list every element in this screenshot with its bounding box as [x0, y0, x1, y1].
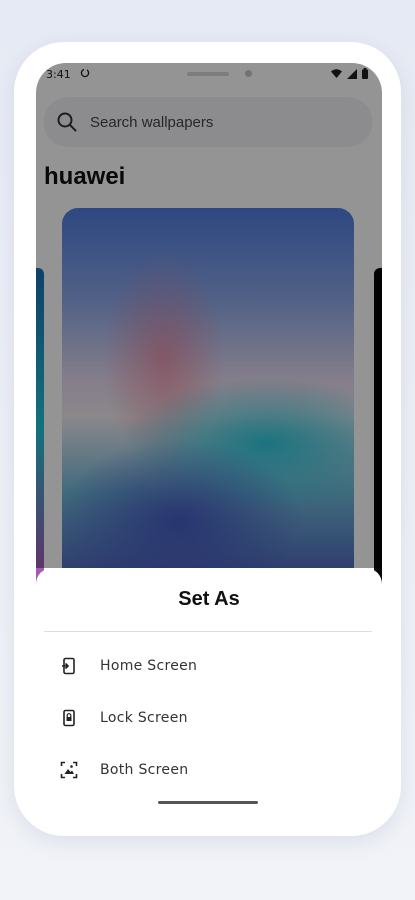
set-as-sheet: Set As Home Screen Lock Screen Both Scre… — [36, 568, 382, 811]
lock-screen-icon — [63, 709, 75, 727]
home-screen-icon — [62, 657, 75, 675]
sheet-divider — [44, 631, 372, 632]
option-home-screen[interactable]: Home Screen — [44, 646, 372, 686]
option-label: Home Screen — [100, 658, 198, 674]
option-lock-screen[interactable]: Lock Screen — [44, 698, 372, 738]
phone-screen: 3:41 Search wallpapers huawei Set As Hom… — [36, 63, 382, 811]
option-label: Both Screen — [100, 762, 189, 778]
option-both-screen[interactable]: Both Screen — [44, 750, 372, 790]
sheet-title: Set As — [178, 588, 240, 610]
option-label: Lock Screen — [100, 710, 188, 726]
home-indicator — [158, 801, 258, 804]
modal-backdrop[interactable] — [36, 63, 382, 568]
both-screen-icon — [60, 761, 78, 779]
